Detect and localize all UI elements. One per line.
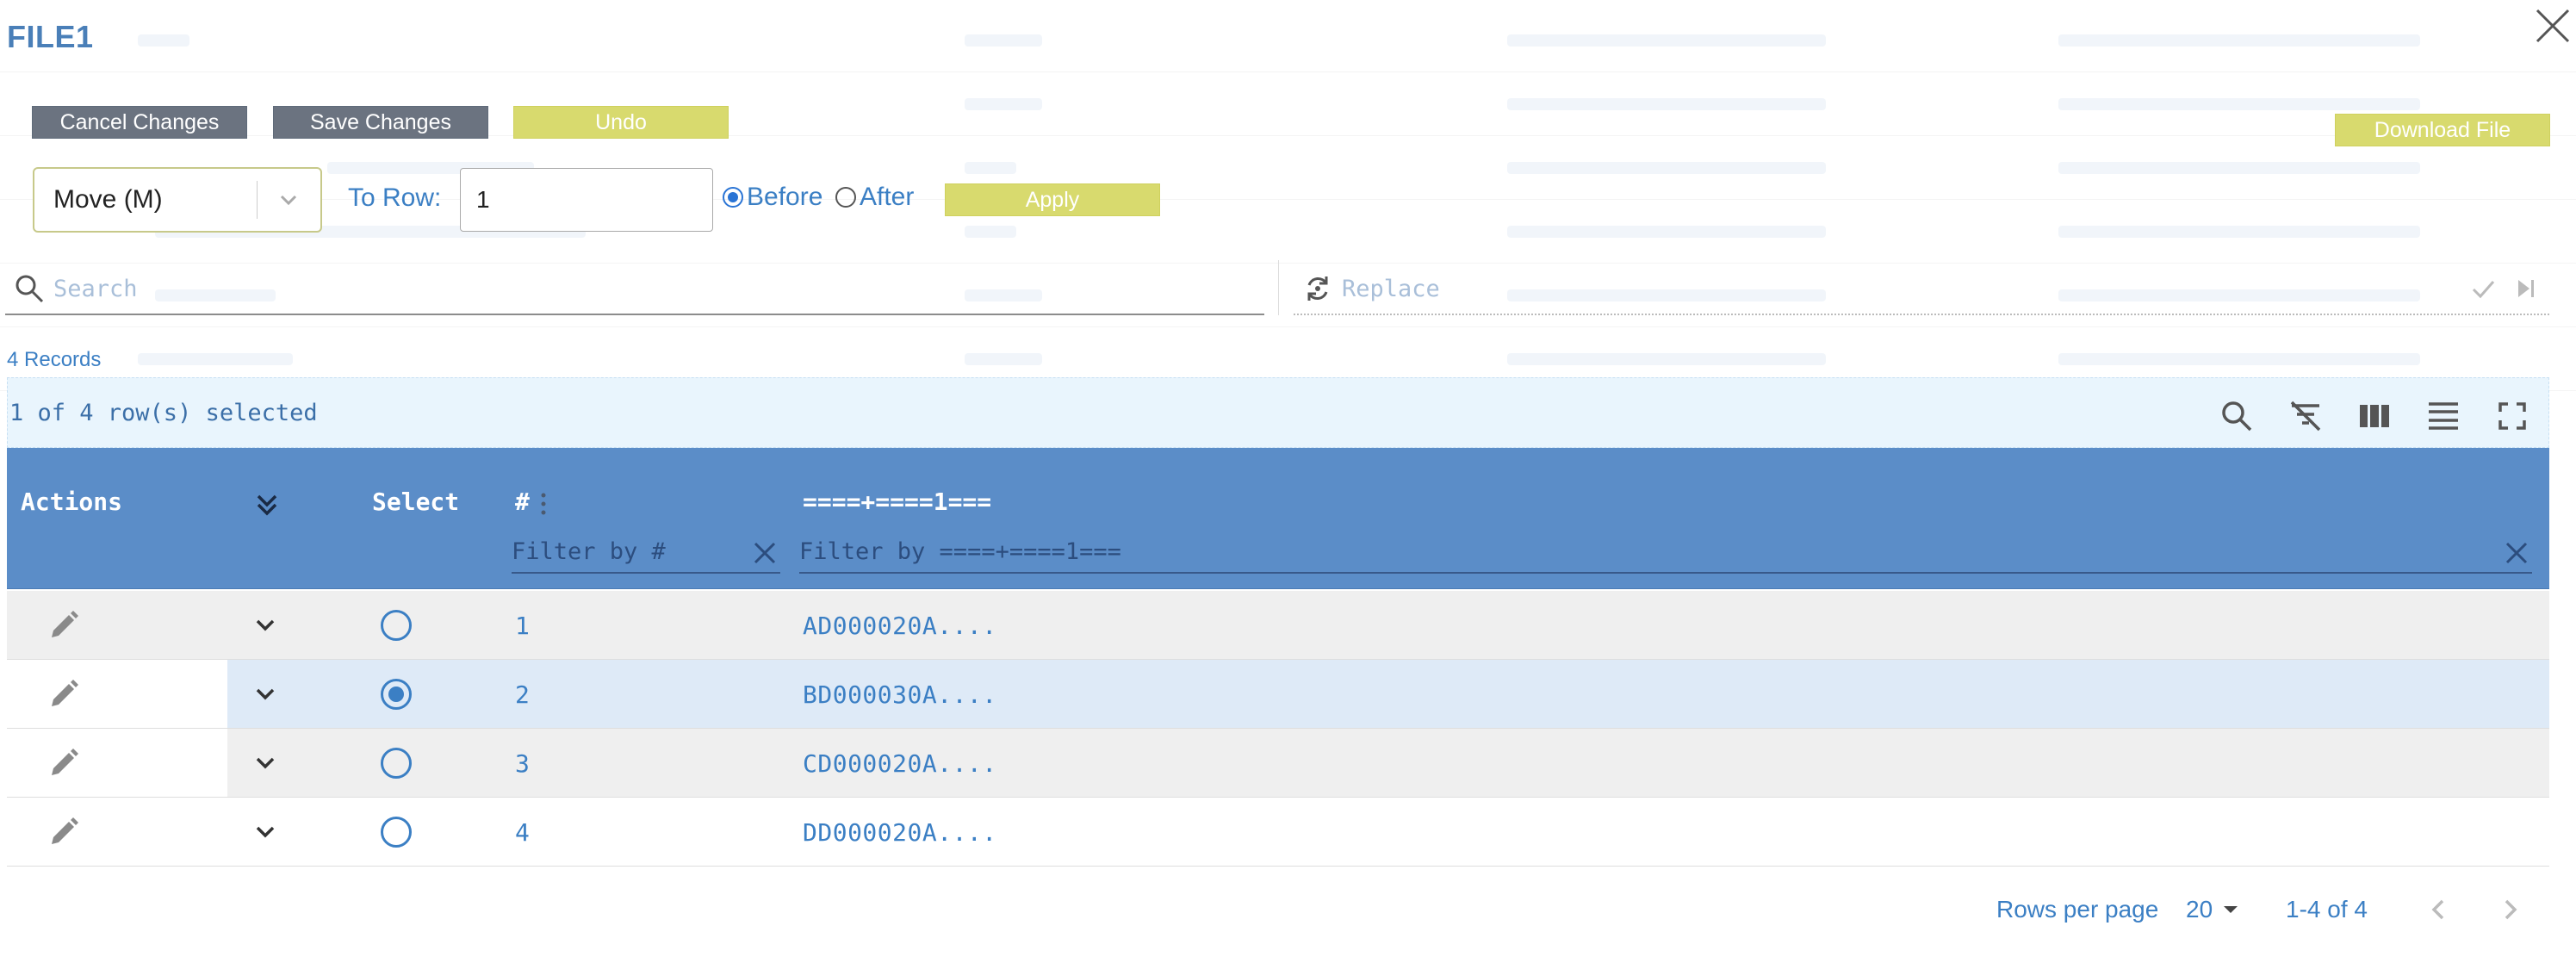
row-number: 4 <box>515 818 530 847</box>
filter-num-input[interactable] <box>512 537 780 565</box>
operation-select-value: Move (M) <box>53 185 163 214</box>
table-row[interactable]: 3 CD000020A.... <box>7 729 2549 798</box>
header-actions: Actions <box>21 488 123 516</box>
double-chevron-down-icon[interactable] <box>251 489 282 520</box>
column-menu-icon[interactable] <box>539 491 548 517</box>
chevron-down-icon[interactable] <box>250 679 281 710</box>
table-row-selected[interactable]: 2 BD000030A.... <box>7 660 2549 729</box>
undo-button[interactable]: Undo <box>513 106 729 139</box>
chevron-down-icon[interactable] <box>258 188 320 212</box>
row-number: 2 <box>515 680 530 709</box>
row-value: DD000020A.... <box>803 818 997 847</box>
selection-text: 1 of 4 row(s) selected <box>9 399 318 426</box>
row-actions-cell <box>7 660 227 728</box>
pencil-icon[interactable] <box>47 815 81 849</box>
clear-filter-icon[interactable] <box>2503 539 2530 567</box>
pagination-range: 1-4 of 4 <box>2286 896 2368 923</box>
header-num[interactable]: # <box>515 488 530 516</box>
row-value: AD000020A.... <box>803 612 997 640</box>
row-actions-cell <box>7 798 227 866</box>
row-data-cell <box>227 591 2549 659</box>
chevron-left-icon[interactable] <box>2422 892 2456 927</box>
selection-banner: 1 of 4 row(s) selected <box>7 377 2549 448</box>
row-actions-cell <box>7 729 227 797</box>
before-radio[interactable]: Before <box>723 183 822 212</box>
search-icon[interactable] <box>2219 399 2254 433</box>
density-icon[interactable] <box>2426 399 2461 433</box>
row-value: BD000030A.... <box>803 680 997 709</box>
row-data-cell <box>227 660 2549 728</box>
header-select: Select <box>372 488 460 516</box>
row-data-cell <box>227 729 2549 797</box>
download-file-button[interactable]: Download File <box>2335 114 2550 146</box>
after-radio[interactable]: After <box>835 183 914 212</box>
operation-select[interactable]: Move (M) <box>33 167 322 233</box>
records-count: 4 Records <box>7 348 102 371</box>
row-data-cell <box>227 798 2549 866</box>
header-col1[interactable]: ====+====1=== <box>803 488 991 516</box>
columns-icon[interactable] <box>2357 399 2392 433</box>
search-input[interactable] <box>53 275 1242 302</box>
background-row <box>0 9 2576 72</box>
fullscreen-icon[interactable] <box>2495 399 2529 433</box>
replace-input[interactable] <box>1342 275 2461 302</box>
search-divider <box>1278 260 1279 315</box>
chevron-down-icon[interactable] <box>250 817 281 848</box>
check-icon[interactable] <box>2461 276 2505 301</box>
apply-button[interactable]: Apply <box>945 183 1160 216</box>
row-actions-cell <box>7 591 227 659</box>
table-header: Actions Select # ====+====1=== <box>7 448 2549 589</box>
filter-col1 <box>799 531 2532 574</box>
filter-num <box>512 531 780 574</box>
chevron-down-icon[interactable] <box>250 748 281 779</box>
search-icon <box>5 273 53 304</box>
table-row[interactable]: 1 AD000020A.... <box>7 591 2549 660</box>
close-icon[interactable] <box>2532 5 2573 47</box>
save-changes-button[interactable]: Save Changes <box>273 106 488 139</box>
after-label: After <box>860 183 915 211</box>
filter-col1-input[interactable] <box>799 537 2532 565</box>
row-value: CD000020A.... <box>803 749 997 778</box>
pencil-icon[interactable] <box>47 608 81 643</box>
row-number: 1 <box>515 612 530 640</box>
cancel-changes-button[interactable]: Cancel Changes <box>32 106 247 139</box>
row-select-radio[interactable] <box>381 748 412 779</box>
row-number: 3 <box>515 749 530 778</box>
chevron-right-icon[interactable] <box>2492 892 2527 927</box>
skip-next-icon[interactable] <box>2505 276 2548 301</box>
pencil-icon[interactable] <box>47 746 81 780</box>
row-select-radio[interactable] <box>381 610 412 641</box>
rows-per-page-select[interactable]: 20 <box>2186 896 2240 923</box>
pencil-icon[interactable] <box>47 677 81 711</box>
to-row-input[interactable] <box>460 168 713 232</box>
caret-down-icon[interactable] <box>2221 900 2240 919</box>
chevron-down-icon[interactable] <box>250 610 281 641</box>
clear-filter-icon[interactable] <box>751 539 779 567</box>
rows-per-page-value: 20 <box>2186 896 2213 923</box>
replace-bar <box>1294 264 2549 315</box>
to-row-label: To Row: <box>348 183 442 212</box>
replace-icon[interactable] <box>1294 273 1342 304</box>
before-label: Before <box>747 183 823 211</box>
page-title: FILE1 <box>7 19 94 54</box>
filter-off-icon[interactable] <box>2288 399 2323 433</box>
row-select-radio[interactable] <box>381 817 412 848</box>
row-select-radio[interactable] <box>381 679 412 710</box>
table-row[interactable]: 4 DD000020A.... <box>7 798 2549 867</box>
search-bar <box>5 264 1264 315</box>
radio-unchecked-icon[interactable] <box>835 187 856 208</box>
rows-per-page-label: Rows per page <box>1996 896 2159 923</box>
radio-checked-icon[interactable] <box>723 187 743 208</box>
